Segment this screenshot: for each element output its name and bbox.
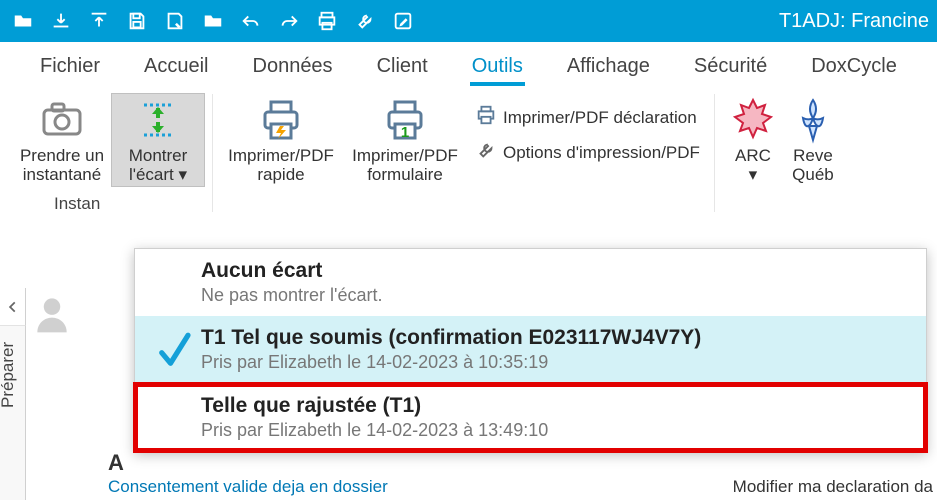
show-variance-label: Montrer l'écart ▾ xyxy=(129,146,188,184)
ribbon-group-print: Imprimer/PDF rapide 1 Imprimer/PDF formu… xyxy=(213,94,715,212)
ribbon-group-label-snapshot: Instan xyxy=(54,194,100,214)
option-as-adjusted-sub: Pris par Elizabeth le 14-02-2023 à 13:49… xyxy=(201,420,912,441)
print-options-button[interactable]: Options d'impression/PDF xyxy=(469,135,706,170)
variance-arrows-icon xyxy=(134,96,182,144)
printer-one-icon: 1 xyxy=(381,96,429,144)
undo-button[interactable] xyxy=(232,2,270,40)
option-as-adjusted-title: Telle que rajustée (T1) xyxy=(201,394,912,418)
option-as-filed-title: T1 Tel que soumis (confirmation E023117W… xyxy=(201,326,912,350)
quick-print-button[interactable]: Imprimer/PDF rapide xyxy=(221,94,341,186)
person-avatar-icon xyxy=(30,292,74,339)
edit-button[interactable] xyxy=(384,2,422,40)
print-options-label: Options d'impression/PDF xyxy=(503,143,700,163)
form-print-label: Imprimer/PDF formulaire xyxy=(352,146,458,184)
variance-option-none[interactable]: Aucun écart Ne pas montrer l'écart. xyxy=(135,249,926,316)
prepare-tab[interactable]: Préparer xyxy=(0,342,18,408)
form-print-button[interactable]: 1 Imprimer/PDF formulaire xyxy=(341,94,469,186)
open-folder-button[interactable] xyxy=(4,2,42,40)
tab-doxcycle[interactable]: DoxCycle xyxy=(789,45,919,88)
ribbon-group-snapshot: Prendre un instantané Montrer l'écart ▾ … xyxy=(4,94,213,212)
print-button[interactable] xyxy=(308,2,346,40)
variance-option-as-filed[interactable]: T1 Tel que soumis (confirmation E023117W… xyxy=(135,316,926,384)
tab-affichage[interactable]: Affichage xyxy=(545,45,672,88)
quick-print-label: Imprimer/PDF rapide xyxy=(228,146,334,184)
revenu-quebec-button[interactable]: Reve Québ xyxy=(783,94,843,186)
checkmark-icon xyxy=(147,326,201,374)
tab-fichier[interactable]: Fichier xyxy=(18,45,122,88)
save-edit-button[interactable] xyxy=(156,2,194,40)
wrench-button[interactable] xyxy=(346,2,384,40)
option-none-sub: Ne pas montrer l'écart. xyxy=(201,285,912,306)
fleurdelis-icon xyxy=(789,96,837,144)
print-declaration-label: Imprimer/PDF déclaration xyxy=(503,108,697,128)
variance-option-as-adjusted[interactable]: Telle que rajustée (T1) Pris par Elizabe… xyxy=(135,384,926,451)
modify-decl-text: Modifier ma declaration da xyxy=(733,477,933,497)
heading-letter: A xyxy=(108,450,124,476)
save-button[interactable] xyxy=(118,2,156,40)
option-as-filed-sub: Pris par Elizabeth le 14-02-2023 à 10:35… xyxy=(201,352,912,373)
tab-client[interactable]: Client xyxy=(355,45,450,88)
arc-button[interactable]: ARC ▾ xyxy=(723,94,783,186)
redo-button[interactable] xyxy=(270,2,308,40)
camera-icon xyxy=(38,96,86,144)
menu-tabs: Fichier Accueil Données Client Outils Af… xyxy=(0,42,937,88)
window-title: T1ADJ: Francine xyxy=(779,10,933,33)
printer-bolt-icon xyxy=(257,96,305,144)
consent-link[interactable]: Consentement valide deja en dossier xyxy=(108,477,388,497)
print-declaration-button[interactable]: Imprimer/PDF déclaration xyxy=(469,100,706,135)
revqc-label: Reve Québ xyxy=(792,146,834,184)
import-arrow-button[interactable] xyxy=(42,2,80,40)
take-snapshot-button[interactable]: Prendre un instantané xyxy=(12,94,112,186)
maple-leaf-icon xyxy=(729,96,777,144)
export-arrow-button[interactable] xyxy=(80,2,118,40)
ribbon-group-agency: ARC ▾ Reve Québ xyxy=(715,94,851,212)
sidebar-expand-button[interactable] xyxy=(0,288,26,326)
tab-accueil[interactable]: Accueil xyxy=(122,45,230,88)
take-snapshot-label: Prendre un instantané xyxy=(20,146,104,184)
ribbon: Prendre un instantané Montrer l'écart ▾ … xyxy=(0,88,937,218)
printer-small-icon xyxy=(475,104,497,131)
arc-label: ARC ▾ xyxy=(735,146,771,184)
tab-securite[interactable]: Sécurité xyxy=(672,45,789,88)
wrench-small-icon xyxy=(475,139,497,166)
variance-dropdown: Aucun écart Ne pas montrer l'écart. T1 T… xyxy=(134,248,927,452)
svg-text:1: 1 xyxy=(401,124,409,141)
tab-outils[interactable]: Outils xyxy=(450,45,545,88)
quick-access-toolbar: T1ADJ: Francine xyxy=(0,0,937,42)
tab-donnees[interactable]: Données xyxy=(231,45,355,88)
show-variance-button[interactable]: Montrer l'écart ▾ xyxy=(112,94,204,186)
option-none-title: Aucun écart xyxy=(201,259,912,283)
folder-button[interactable] xyxy=(194,2,232,40)
